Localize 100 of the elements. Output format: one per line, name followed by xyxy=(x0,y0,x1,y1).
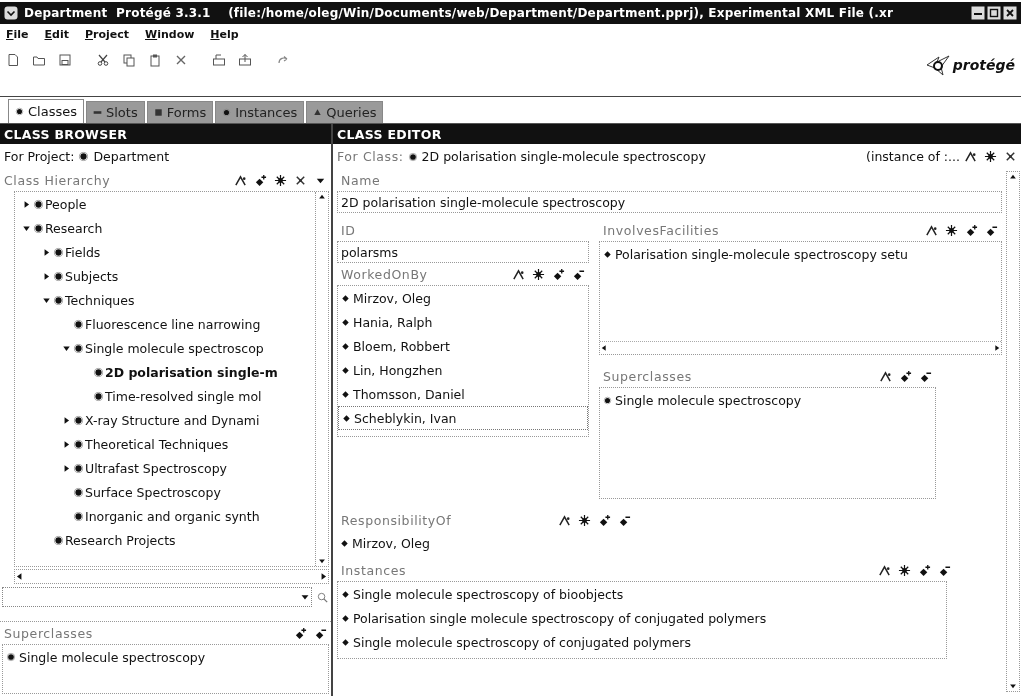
list-item[interactable]: Single molecule spectroscopy of bioobjects xyxy=(353,586,624,602)
tree-item[interactable]: Ultrafast Spectroscopy xyxy=(84,460,228,476)
menu-item[interactable]: Project xyxy=(84,27,129,41)
tab[interactable]: Slots xyxy=(86,101,145,123)
find-icon[interactable] xyxy=(316,590,329,604)
archive-icon[interactable] xyxy=(212,53,226,67)
tab[interactable]: Forms xyxy=(146,101,214,123)
tree-item[interactable]: Single molecule spectroscop xyxy=(84,340,265,356)
tree-item[interactable]: Inorganic and organic synth xyxy=(84,508,261,524)
tree-item[interactable]: Subjects xyxy=(64,268,120,284)
instance-icon xyxy=(341,589,350,599)
add-icon[interactable] xyxy=(918,563,931,577)
menu-item[interactable]: File xyxy=(6,27,29,41)
peak-icon[interactable] xyxy=(878,563,891,577)
class-icon xyxy=(33,198,44,210)
project-name: Department xyxy=(93,149,170,164)
star-icon[interactable] xyxy=(898,563,911,577)
scrollbar[interactable] xyxy=(14,569,329,584)
add-icon[interactable] xyxy=(552,267,565,281)
clipboard-icon[interactable] xyxy=(148,53,162,67)
page-icon[interactable] xyxy=(6,53,20,67)
star-icon[interactable] xyxy=(578,513,591,527)
slot-icon xyxy=(93,108,102,117)
tab[interactable]: Queries xyxy=(306,101,384,123)
instance-icon xyxy=(341,613,350,623)
peak-icon[interactable] xyxy=(558,513,571,527)
window-title: Department Protégé 3.3.1 (file:/home/oleg/Win/Documents/web/Department/Department.pprj), Experimental XML File (.xr xyxy=(24,6,894,20)
tree-item[interactable]: Research Projects xyxy=(64,532,177,548)
class-icon xyxy=(33,222,44,234)
scrollbar[interactable] xyxy=(1006,171,1020,692)
star-icon[interactable] xyxy=(984,150,997,163)
tree-item[interactable]: 2D polarisation single-m xyxy=(104,364,279,380)
list-item[interactable]: Single molecule spectroscopy xyxy=(615,392,802,408)
slot-label: ID xyxy=(341,222,356,238)
class-icon xyxy=(53,270,64,282)
add-icon[interactable] xyxy=(294,626,307,640)
menu-item[interactable]: Help xyxy=(210,27,239,41)
folder-icon[interactable] xyxy=(32,53,46,67)
tree-item[interactable]: X-ray Structure and Dynami xyxy=(84,412,261,428)
search-combo-field[interactable] xyxy=(2,587,312,607)
class-icon xyxy=(73,486,84,498)
list-item[interactable]: Thomsson, Daniel xyxy=(338,382,588,406)
tree-item[interactable]: Techniques xyxy=(64,292,136,308)
delete-icon[interactable] xyxy=(174,53,188,67)
peak-icon[interactable] xyxy=(512,267,525,281)
star-icon[interactable] xyxy=(532,267,545,281)
tab[interactable]: Instances xyxy=(215,101,305,123)
list-item[interactable]: Bloem, Robbert xyxy=(338,334,588,358)
list-item[interactable]: Mirzov, Oleg xyxy=(352,535,430,551)
tree-item[interactable]: People xyxy=(44,196,88,212)
add-icon[interactable] xyxy=(598,513,611,527)
slot-label: Instances xyxy=(341,562,407,578)
export-icon[interactable] xyxy=(238,53,252,67)
maximize-icon[interactable] xyxy=(987,6,1001,20)
scissors-icon[interactable] xyxy=(96,53,110,67)
cross-icon[interactable] xyxy=(1004,150,1017,163)
name-field[interactable]: 2D polarisation single-molecule spectroscopy xyxy=(337,191,1002,213)
query-icon xyxy=(313,108,323,117)
add-icon[interactable] xyxy=(965,223,978,237)
tab[interactable]: Classes xyxy=(8,99,84,123)
peak-icon[interactable] xyxy=(964,150,977,163)
panel-title: CLASS BROWSER xyxy=(4,126,128,142)
logo-text: protégé xyxy=(952,57,1015,73)
instance-icon xyxy=(342,413,351,423)
list-item[interactable]: Mirzov, Oleg xyxy=(338,286,588,310)
menu-item[interactable]: Window xyxy=(145,27,195,41)
window-menu-icon[interactable] xyxy=(4,6,18,20)
list-item[interactable]: Lin, Hongzhen xyxy=(338,358,588,382)
instance-icon xyxy=(340,538,349,548)
class-icon xyxy=(78,151,90,162)
copy-icon[interactable] xyxy=(122,53,136,67)
star-icon[interactable] xyxy=(274,173,287,187)
add-icon[interactable] xyxy=(254,173,267,187)
list-item[interactable]: Polarisation single molecule spectroscopy of conjugated polymers xyxy=(353,610,767,626)
peak-icon[interactable] xyxy=(879,369,892,383)
close-icon[interactable] xyxy=(1003,6,1017,20)
minimize-icon[interactable] xyxy=(971,6,985,20)
class-icon xyxy=(73,342,84,354)
cross-icon[interactable] xyxy=(294,173,307,187)
tree-item[interactable]: Theoretical Techniques xyxy=(84,436,230,452)
list-item[interactable]: Scheblykin, Ivan xyxy=(338,406,588,430)
id-field[interactable]: polarsms xyxy=(337,241,589,263)
list-item[interactable]: Single molecule spectroscopy of conjugated polymers xyxy=(353,634,691,650)
class-icon xyxy=(73,510,84,522)
star-icon[interactable] xyxy=(945,223,958,237)
tree-item[interactable]: Fields xyxy=(64,244,102,260)
list-item[interactable]: Hania, Ralph xyxy=(338,310,588,334)
tree-item[interactable]: Surface Spectroscopy xyxy=(84,484,222,500)
list-item[interactable]: Polarisation single-molecule spectroscopy setu xyxy=(615,246,908,262)
class-icon xyxy=(53,294,64,306)
scrollbar[interactable] xyxy=(600,341,1001,354)
add-icon[interactable] xyxy=(899,369,912,383)
tree-item[interactable]: Time-resolved single mol xyxy=(104,388,263,404)
tree-item[interactable]: Research xyxy=(44,220,104,236)
instance-icon xyxy=(341,293,350,303)
peak-icon[interactable] xyxy=(234,173,247,187)
menu-item[interactable]: Edit xyxy=(44,27,69,41)
peak-icon[interactable] xyxy=(925,223,938,237)
list-item[interactable]: Single molecule spectroscopy xyxy=(19,649,206,665)
tree-item[interactable]: Fluorescence line narrowing xyxy=(84,316,262,332)
